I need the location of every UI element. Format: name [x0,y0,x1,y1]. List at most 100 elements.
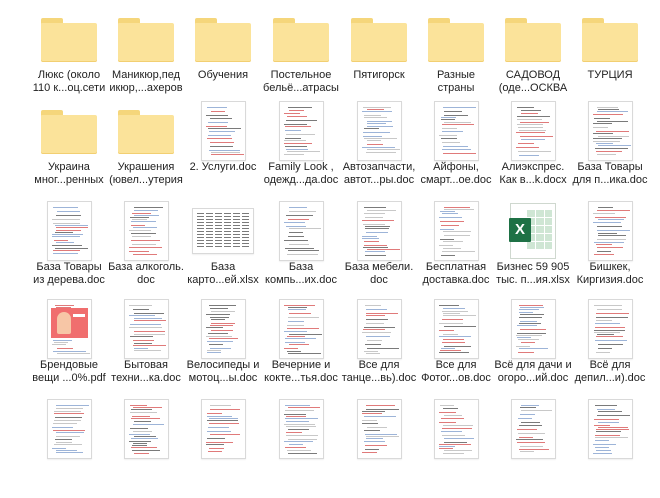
folder-icon [41,110,97,154]
item-thumbnail [571,298,649,360]
item-thumbnail [340,298,418,360]
file-item[interactable]: Бытовая техни...ка.doc [107,298,185,398]
folder-icon [195,18,251,62]
item-thumbnail [417,8,495,70]
item-thumbnail [30,200,108,262]
item-name: Брендовые вещи ...0%.pdf [28,359,110,385]
item-name-line: доставка.doc [422,274,490,286]
item-thumbnail [107,200,185,262]
file-item[interactable]: Бишкек, Киргизия.doc [571,200,649,300]
file-item[interactable]: Брендовые вещи ...0%.pdf [30,298,108,398]
item-thumbnail [262,100,340,162]
item-name-line: База [210,261,236,273]
item-name-line: из дерева.doc [33,274,105,286]
folder-item[interactable]: Пятигорск [340,8,418,108]
file-item[interactable] [571,398,649,498]
file-item[interactable] [340,398,418,498]
file-item[interactable]: Все для танце...вь).doc [340,298,418,398]
item-name: Автозапчасти, автот...ры.doc [338,161,420,187]
item-name-line: Фотог...ов.doc [421,372,491,384]
item-name: База Товары для п...ика.doc [569,161,651,187]
file-item[interactable]: База Товары для п...ика.doc [571,100,649,200]
file-item[interactable]: Велосипеды и мотоц...ы.doc [184,298,262,398]
item-thumbnail [107,100,185,162]
file-item[interactable] [30,398,108,498]
folder-item[interactable]: Украина мног...ренных [30,100,108,200]
file-item[interactable]: Всё для депил...и).doc [571,298,649,398]
item-thumbnail [417,200,495,262]
folder-item[interactable]: САДОВОД (оде...ОСКВА [494,8,572,108]
folder-item[interactable]: Разные страны [417,8,495,108]
item-thumbnail [184,100,262,162]
folder-icon [582,18,638,62]
item-name-line: смарт...oe.doc [420,174,492,186]
file-item[interactable]: Айфоны, смарт...oe.doc [417,100,495,200]
item-name: Всё для дачи и огоро...ий.doc [492,359,574,385]
item-name-line: doc [370,274,388,286]
item-thumbnail [340,398,418,460]
item-name: База Товары из дерева.doc [28,261,110,287]
file-item[interactable] [262,398,340,498]
document-preview-icon [200,101,246,161]
item-name-line: депил...и).doc [574,372,646,384]
file-item[interactable]: 2. Услуги.doc [184,100,262,200]
item-name-line: База [288,261,314,273]
item-name-line: одежд...да.doc [263,174,339,186]
item-thumbnail [571,398,649,460]
item-name: Бытовая техни...ка.doc [105,359,187,385]
file-item[interactable] [184,398,262,498]
folder-item[interactable]: Маникюр,пед икюр,...ахеров [107,8,185,108]
folder-item[interactable]: Обучения [184,8,262,108]
file-item[interactable]: Family Look , одежд...да.doc [262,100,340,200]
item-name-line: Бытовая [124,359,168,371]
folder-item[interactable]: Украшения (ювел...утерия [107,100,185,200]
file-item[interactable] [417,398,495,498]
item-name-line: Разные [436,69,476,81]
file-grid: Люкс (около 110 к...оц.сети Маникюр,пед икю… [0,0,660,459]
file-item[interactable]: База компь...их.doc [262,200,340,300]
item-name-line: Всё для дачи и [494,359,572,371]
file-item[interactable]: X Бизнес 59 905 тыс. п...ия.xlsx [494,200,572,300]
item-thumbnail [494,298,572,360]
document-preview-icon [433,299,479,359]
item-name-line: Как в...k.docx [499,174,567,186]
folder-item[interactable]: Люкс (около 110 к...оц.сети [30,8,108,108]
item-thumbnail [30,298,108,360]
document-preview-icon [278,299,324,359]
document-preview-icon [123,399,169,459]
item-name-line: страны [437,82,475,94]
file-item[interactable] [494,398,572,498]
item-name: Украшения (ювел...утерия [105,161,187,187]
file-item[interactable]: Автозапчасти, автот...ры.doc [340,100,418,200]
file-item[interactable]: База карто...ей.xlsx [184,200,262,300]
document-preview-icon [510,101,556,161]
file-item[interactable]: Всё для дачи и огоро...ий.doc [494,298,572,398]
item-name: Бесплатная доставка.doc [415,261,497,287]
file-item[interactable]: База алкоголь. doc [107,200,185,300]
file-item[interactable]: Все для Фотог...ов.doc [417,298,495,398]
folder-icon [351,18,407,62]
file-item[interactable]: База Товары из дерева.doc [30,200,108,300]
item-thumbnail [30,8,108,70]
folder-item[interactable]: ТУРЦИЯ [571,8,649,108]
item-thumbnail [107,8,185,70]
file-item[interactable]: Бесплатная доставка.doc [417,200,495,300]
file-item[interactable] [107,398,185,498]
item-name-line: компь...их.doc [265,274,337,286]
item-thumbnail [340,8,418,70]
folder-item[interactable]: Постельное бельё...атрасы [262,8,340,108]
item-name: Все для танце...вь).doc [338,359,420,385]
item-name: Обучения [182,69,264,82]
item-name-line: карто...ей.xlsx [187,274,259,286]
excel-file-icon: X [509,203,556,259]
document-preview-icon [356,399,402,459]
item-name: Вечерние и кокте...тья.doc [260,359,342,385]
item-name-line: танце...вь).doc [341,372,417,384]
item-name-line: База алкоголь. [108,261,184,273]
file-item[interactable]: Вечерние и кокте...тья.doc [262,298,340,398]
item-name-line: мног...ренных [34,174,104,186]
file-item[interactable]: База мебели. doc [340,200,418,300]
item-thumbnail [184,298,262,360]
item-name-line: Все для [435,359,477,371]
file-item[interactable]: Алиэкспрес. Как в...k.docx [494,100,572,200]
